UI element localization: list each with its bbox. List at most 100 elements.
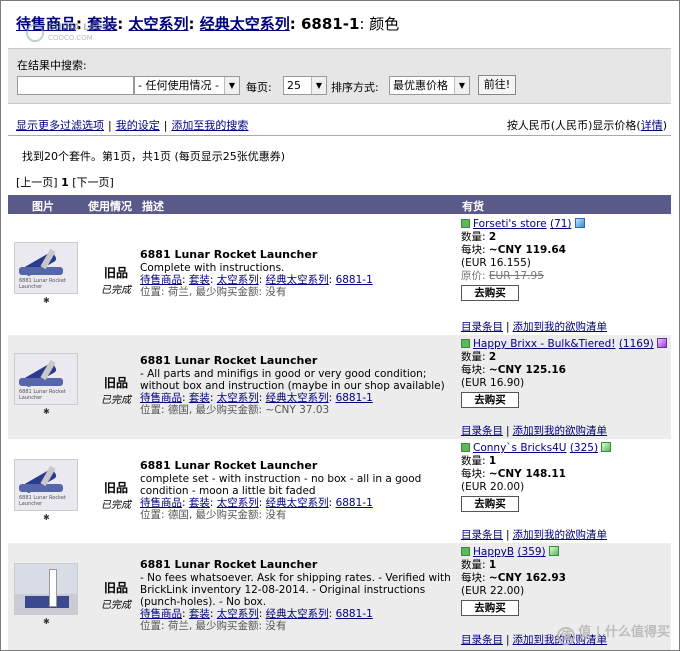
prev-page-link[interactable]: [上一页] xyxy=(16,176,58,189)
add-wishlist-link[interactable]: 添加到我的欲购清单 xyxy=(513,529,608,541)
cat-link-sets[interactable]: 套装 xyxy=(189,392,210,404)
breadcrumb-link-classic-space[interactable]: 经典太空系列 xyxy=(200,15,290,33)
go-button[interactable]: 前往! xyxy=(478,75,516,95)
cat-link-space[interactable]: 太空系列 xyxy=(217,274,259,286)
breadcrumb-tail: : 颜色 xyxy=(359,15,400,33)
item-image[interactable]: 6881 Lunar Rocket Launcher xyxy=(14,353,78,405)
breadcrumb-link-sets[interactable]: 套装 xyxy=(87,15,117,33)
catalog-entry-link[interactable]: 目录条目 xyxy=(461,634,503,646)
more-filters-link[interactable]: 显示更多过滤选项 xyxy=(16,119,104,132)
search-bar: 在结果中搜索: - 任何使用情况 - ▼ 每页: 25 ▼ 排序方式: 最优惠价… xyxy=(8,48,671,104)
col-availability: 有货 xyxy=(462,200,484,213)
usage-select-value: - 任何使用情况 - xyxy=(138,79,219,92)
store-badge-icon xyxy=(548,546,559,556)
cat-link-for-sale[interactable]: 待售商品 xyxy=(140,497,182,509)
thumb-caption: 6881 Lunar Rocket Launcher xyxy=(19,278,66,290)
add-wishlist-link[interactable]: 添加到我的欲购清单 xyxy=(513,425,608,437)
search-input[interactable] xyxy=(17,76,134,95)
store-link[interactable]: Conny`s Bricks4U xyxy=(473,442,566,454)
price-value: ~CNY 162.93 xyxy=(488,572,566,584)
item-actions: 目录条目 | 添加到我的欲购清单 xyxy=(461,529,608,541)
store-feedback[interactable]: (71) xyxy=(550,218,572,230)
item-actions: 目录条目 | 添加到我的欲购清单 xyxy=(461,425,608,437)
item-id-link[interactable]: 6881-1 xyxy=(336,497,373,509)
store-link[interactable]: Happy Brixx - Bulk&Tiered! xyxy=(473,338,615,350)
next-page-link[interactable]: [下一页] xyxy=(72,176,114,189)
cat-link-classic-space[interactable]: 经典太空系列 xyxy=(266,608,329,620)
item-image[interactable] xyxy=(14,563,78,615)
item-image[interactable]: 6881 Lunar Rocket Launcher xyxy=(14,459,78,511)
cat-link-for-sale[interactable]: 待售商品 xyxy=(140,274,182,286)
cat-link-for-sale[interactable]: 待售商品 xyxy=(140,392,182,404)
cat-link-for-sale[interactable]: 待售商品 xyxy=(140,608,182,620)
store-status-icon xyxy=(461,339,470,348)
buy-button[interactable]: 去购买 xyxy=(461,496,519,512)
divider xyxy=(8,135,671,136)
usage-select[interactable]: - 任何使用情况 - ▼ xyxy=(134,76,240,95)
breadcrumb-link-for-sale[interactable]: 待售商品 xyxy=(16,15,76,33)
qty-value: 1 xyxy=(488,455,497,467)
currency-details-link[interactable]: 详情 xyxy=(641,119,663,132)
buy-button[interactable]: 去购买 xyxy=(461,600,519,616)
price-eur: (EUR 20.00) xyxy=(461,481,525,493)
watermark-bottom: 值值 | 什么值得买 xyxy=(557,621,670,645)
per-page-select[interactable]: 25 ▼ xyxy=(283,76,327,95)
table-row: 6881 Lunar Rocket Launcher ✱ 旧品 已完成 6881… xyxy=(8,439,671,543)
store-status-icon xyxy=(461,443,470,452)
condition: 旧品 已完成 xyxy=(96,264,136,296)
cat-link-sets[interactable]: 套装 xyxy=(189,274,210,286)
thumb-marker: ✱ xyxy=(43,513,50,522)
condition-sub: 已完成 xyxy=(101,285,131,296)
price-value: ~CNY 148.11 xyxy=(488,468,566,480)
cat-link-sets[interactable]: 套装 xyxy=(189,608,210,620)
add-to-search-link[interactable]: 添加至我的搜索 xyxy=(171,119,248,132)
item-location: 位置: 荷兰, 最少购买金额: 没有 xyxy=(140,286,287,298)
breadcrumb: 待售商品: 套装: 太空系列: 经典太空系列: 6881-1: 颜色 xyxy=(16,15,400,33)
buy-button[interactable]: 去购买 xyxy=(461,285,519,301)
cat-link-space[interactable]: 太空系列 xyxy=(217,497,259,509)
each-label: 每块: xyxy=(461,364,486,376)
breadcrumb-link-space[interactable]: 太空系列 xyxy=(129,15,189,33)
results-summary: 找到20个套件。第1页，共1页 (每页显示25张优惠券) xyxy=(22,150,286,163)
each-label: 每块: xyxy=(461,468,486,480)
catalog-entry-link[interactable]: 目录条目 xyxy=(461,321,503,333)
orig-price: EUR 17.95 xyxy=(488,270,544,282)
condition-main: 旧品 xyxy=(103,481,128,495)
store-feedback[interactable]: (359) xyxy=(517,546,545,558)
item-notes: - All parts and minifigs in good or very… xyxy=(140,368,445,392)
catalog-entry-link[interactable]: 目录条目 xyxy=(461,529,503,541)
item-id-link[interactable]: 6881-1 xyxy=(336,608,373,620)
item-id-link[interactable]: 6881-1 xyxy=(336,274,373,286)
condition-sub: 已完成 xyxy=(101,600,131,611)
chevron-down-icon: ▼ xyxy=(224,77,239,94)
my-settings-link[interactable]: 我的设定 xyxy=(116,119,160,132)
qty-label: 数量: xyxy=(461,231,486,243)
price-value: ~CNY 119.64 xyxy=(488,244,566,256)
catalog-entry-link[interactable]: 目录条目 xyxy=(461,425,503,437)
item-description: 6881 Lunar Rocket Launcher Complete with… xyxy=(140,248,458,299)
store-link[interactable]: HappyB xyxy=(473,546,514,558)
cat-link-space[interactable]: 太空系列 xyxy=(217,392,259,404)
cat-link-sets[interactable]: 套装 xyxy=(189,497,210,509)
cat-link-classic-space[interactable]: 经典太空系列 xyxy=(266,392,329,404)
cat-link-classic-space[interactable]: 经典太空系列 xyxy=(266,497,329,509)
store-status-icon xyxy=(461,547,470,556)
search-label: 在结果中搜索: xyxy=(17,59,87,72)
qty-value: 1 xyxy=(488,559,497,571)
item-image[interactable]: 6881 Lunar Rocket Launcher xyxy=(14,242,78,294)
sort-select[interactable]: 最优惠价格 ▼ xyxy=(389,76,470,95)
store-feedback[interactable]: (325) xyxy=(570,442,598,454)
buy-button[interactable]: 去购买 xyxy=(461,392,519,408)
pager: [上一页] 1 [下一页] xyxy=(16,174,114,190)
cat-link-classic-space[interactable]: 经典太空系列 xyxy=(266,274,329,286)
item-title: 6881 Lunar Rocket Launcher xyxy=(140,248,318,261)
cat-link-space[interactable]: 太空系列 xyxy=(217,608,259,620)
thumb-marker: ✱ xyxy=(43,617,50,626)
add-wishlist-link[interactable]: 添加到我的欲购清单 xyxy=(513,321,608,333)
condition: 旧品 已完成 xyxy=(96,579,136,611)
condition-main: 旧品 xyxy=(103,376,128,390)
store-feedback[interactable]: (1169) xyxy=(619,338,654,350)
item-id-link[interactable]: 6881-1 xyxy=(336,392,373,404)
store-link[interactable]: Forseti's store xyxy=(473,218,547,230)
sort-label: 排序方式: xyxy=(331,81,379,94)
